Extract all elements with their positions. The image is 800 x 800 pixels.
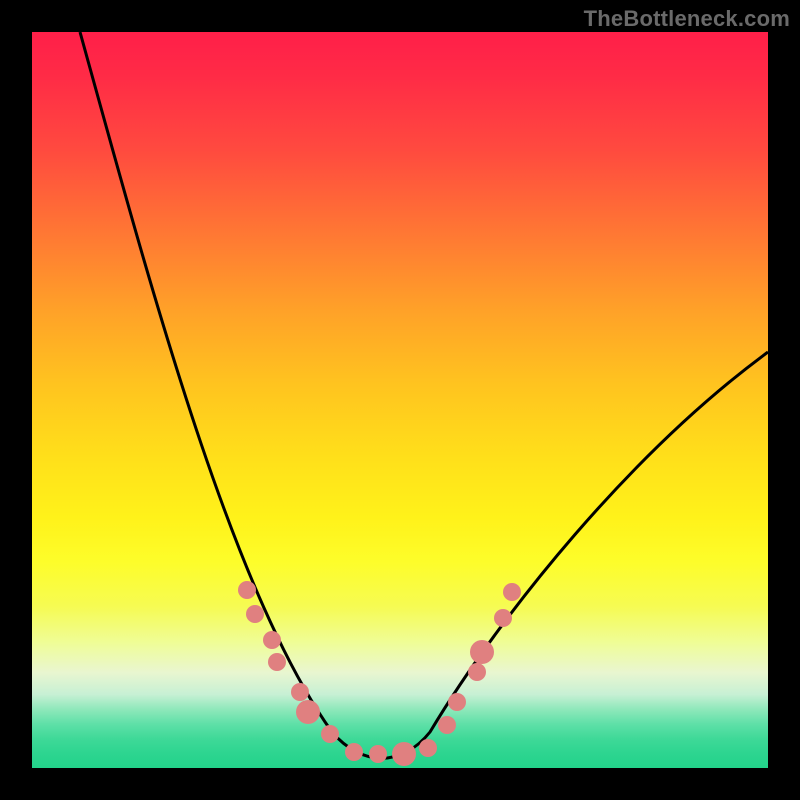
curve-layer: [32, 32, 768, 768]
highlight-dot: [438, 716, 456, 734]
highlight-dot: [494, 609, 512, 627]
highlight-dot: [263, 631, 281, 649]
highlight-dot: [468, 663, 486, 681]
highlight-dot: [296, 700, 320, 724]
highlight-dot: [321, 725, 339, 743]
highlight-dot: [238, 581, 256, 599]
highlight-dot: [369, 745, 387, 763]
plot-area: [32, 32, 768, 768]
highlight-dot: [345, 743, 363, 761]
highlight-dot: [470, 640, 494, 664]
chart-frame: TheBottleneck.com: [0, 0, 800, 800]
highlight-dot: [392, 742, 416, 766]
highlight-dot: [419, 739, 437, 757]
highlight-dot: [503, 583, 521, 601]
highlight-dot: [448, 693, 466, 711]
highlight-dot: [246, 605, 264, 623]
highlight-dot: [291, 683, 309, 701]
watermark-text: TheBottleneck.com: [584, 6, 790, 32]
bottleneck-curve: [80, 32, 768, 758]
highlight-dots: [238, 581, 521, 766]
highlight-dot: [268, 653, 286, 671]
